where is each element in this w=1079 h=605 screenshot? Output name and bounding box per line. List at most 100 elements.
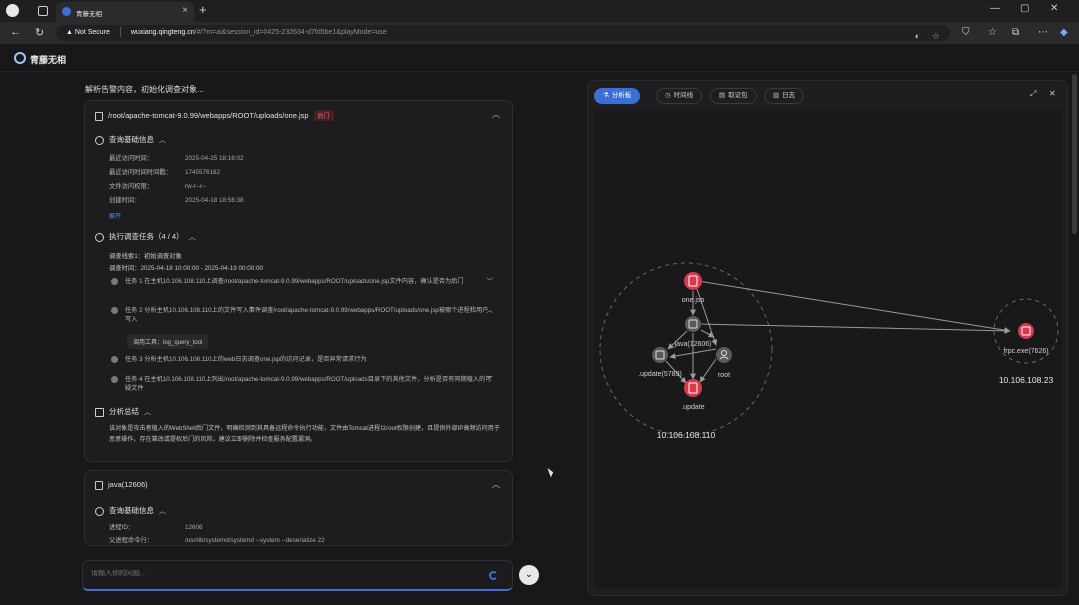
investigation-card-process: java(12606) ︿ 查询基础信息 ︿ 进程ID： 12606 父进程命令行：… <box>84 470 513 546</box>
tab-logs[interactable]: ▥ 日志 <box>764 88 805 104</box>
chevron-up-icon[interactable]: ︿ <box>159 508 166 515</box>
time-range-line: 调查时间：2025-04-18 10:00:00 - 2025-04-19 00… <box>109 265 264 272</box>
collections-icon[interactable]: ⧉ <box>1012 27 1019 38</box>
task-item[interactable]: 任务 1 在主机10.106.108.110上调查/root/apache-to… <box>111 277 494 286</box>
graph-node-one-jsp[interactable] <box>684 272 702 290</box>
host-label: 10.106.108.110 <box>657 430 716 440</box>
tab-title: 青藤无相 <box>76 11 102 18</box>
page-scrollbar[interactable] <box>1072 74 1077 234</box>
status-badge: 后门 <box>313 110 334 121</box>
tab-label: 日志 <box>782 92 796 99</box>
close-panel-icon[interactable]: ✕ <box>1049 89 1056 98</box>
card-title-text: java(12606) <box>108 480 148 489</box>
close-window-icon[interactable]: ✕ <box>1050 3 1058 14</box>
tab-actions-icon[interactable] <box>38 6 48 16</box>
maximize-icon[interactable]: ▢ <box>1020 3 1029 14</box>
check-icon <box>111 376 118 383</box>
package-icon: ▤ <box>719 92 726 99</box>
graph-node-update-file[interactable] <box>684 379 702 397</box>
tab-label: 时间线 <box>673 92 694 99</box>
favorites-icon[interactable]: ☆ <box>988 27 997 38</box>
graph-node-java[interactable] <box>685 316 701 332</box>
info-key: 父进程命令行： <box>109 537 154 544</box>
profile-avatar-icon[interactable] <box>6 4 19 17</box>
section-basic-info[interactable]: 查询基础信息 ︿ <box>95 134 166 145</box>
tab-label: 分析板 <box>611 92 632 99</box>
loading-spinner-icon <box>489 571 498 580</box>
chevron-up-icon[interactable]: ︿ <box>144 409 151 416</box>
scroll-down-button[interactable]: ⌄ <box>519 565 539 585</box>
url-field[interactable]: ▲ Not Secure wuxiang.qingteng.cn/#/?m=ai… <box>56 25 950 41</box>
info-value: 1745576162 <box>185 169 221 176</box>
section-summary[interactable]: 分析总结 ︿ <box>95 406 151 417</box>
info-row: 文件访问权限： rw-r--r-- <box>109 181 206 190</box>
info-value: /usr/lib/systemd/systemd --system --dese… <box>185 537 325 544</box>
extensions-icon[interactable]: ⛉ <box>962 27 970 38</box>
chevron-up-icon[interactable]: ︿ <box>487 306 494 315</box>
bookmark-star-icon[interactable]: ☆ <box>932 28 940 44</box>
section-title: 查询基础信息 <box>109 135 154 144</box>
tab-evidence[interactable]: ▤ 取证包 <box>710 88 757 104</box>
expand-icon[interactable]: ⤢ <box>1030 89 1036 99</box>
tab-analysis-board[interactable]: ⚗ 分析板 <box>594 88 641 104</box>
graph-node-root-user[interactable] <box>716 347 732 363</box>
info-key: 最近访问时间： <box>109 155 154 162</box>
section-tasks[interactable]: 执行调查任务（4 / 4） ︿ <box>95 231 196 242</box>
chat-input[interactable] <box>91 570 471 577</box>
copilot-icon[interactable]: ◆ <box>1060 27 1068 38</box>
url-host: wuxiang.qingteng.cn <box>130 29 195 36</box>
task-text: 任务 2 分析主机10.106.108.110上的文件写入事件调查/root/a… <box>125 307 489 323</box>
info-key: 最近访问时间时间戳： <box>109 169 172 176</box>
info-key: 进程ID： <box>109 524 135 531</box>
chevron-up-icon[interactable]: ︿ <box>492 479 500 490</box>
info-row: 最近访问时间： 2025-04-25 18:16:02 <box>109 153 243 162</box>
graph-node-frpc[interactable] <box>1018 323 1034 339</box>
close-tab-icon[interactable]: × <box>182 5 188 16</box>
info-value: rw-r--r-- <box>185 183 207 190</box>
divider <box>119 27 121 38</box>
tab-timeline[interactable]: ◷ 时间线 <box>656 88 703 104</box>
analysis-panel: ⚗ 分析板 ◷ 时间线 ▤ 取证包 ▥ 日志 ⤢ ✕ one.jsp java(… <box>587 80 1068 596</box>
address-bar-row: ← ↻ ▲ Not Secure wuxiang.qingteng.cn/#/?… <box>0 22 1079 44</box>
node-label: java(12606) <box>674 341 712 348</box>
chevron-up-icon[interactable]: ︿ <box>492 109 500 120</box>
chevron-up-icon[interactable]: ︿ <box>159 137 166 144</box>
clock-icon: ◷ <box>665 92 671 99</box>
summary-text: 该对象是攻击者植入的WebShell后门文件，明确检测到其具备远程命令执行功能，… <box>109 425 500 443</box>
back-icon[interactable]: ← <box>10 26 21 38</box>
task-item[interactable]: 任务 2 分析主机10.106.108.110上的文件写入事件调查/root/a… <box>111 306 494 324</box>
task-item[interactable]: 任务 3 分析主机10.106.108.110上的web日志调查one.jsp的… <box>111 355 493 364</box>
chevron-up-icon[interactable]: ︿ <box>189 234 196 241</box>
tool-call-chip[interactable]: 调用工具：log_query_tool <box>127 334 209 349</box>
warning-icon: ▲ <box>66 29 75 36</box>
clue-line: 调查线索1：初始调查对象 <box>109 253 182 260</box>
section-basic-info[interactable]: 查询基础信息 ︿ <box>95 505 166 516</box>
info-row: 父进程命令行： /usr/lib/systemd/systemd --system… <box>109 535 325 544</box>
more-menu-icon[interactable]: ⋯ <box>1038 27 1048 38</box>
investigation-card-file: /root/apache-tomcat-9.0.99/webapps/ROOT/… <box>84 100 513 462</box>
chevron-down-icon[interactable]: ﹀ <box>487 375 494 384</box>
relation-graph[interactable]: one.jsp java(12606) .update(5789) root .… <box>594 109 1062 589</box>
browser-tabstrip: 青藤无相 × + — ▢ ✕ <box>0 0 1079 22</box>
node-label: one.jsp <box>682 297 705 304</box>
info-key: 文件访问权限： <box>109 183 154 190</box>
expand-link[interactable]: 展开 <box>109 211 121 220</box>
graph-node-update-process[interactable] <box>652 347 668 363</box>
host-label: 10.106.108.23 <box>999 375 1054 385</box>
translate-icon[interactable]: ◐ <box>915 28 920 44</box>
card-title-text: /root/apache-tomcat-9.0.99/webapps/ROOT/… <box>108 111 309 120</box>
security-label: Not Secure <box>74 29 110 36</box>
minimize-icon[interactable]: — <box>990 3 1000 14</box>
chat-input-box[interactable] <box>82 560 513 591</box>
reload-icon[interactable]: ↻ <box>35 26 44 39</box>
app-logo-icon <box>14 52 26 64</box>
task-item[interactable]: 任务 4 在主机10.106.108.110上列出/root/apache-to… <box>111 375 494 393</box>
task-text: 任务 1 在主机10.106.108.110上调查/root/apache-to… <box>125 278 464 285</box>
chat-column: 解析告警内容，初始化调查对象... /root/apache-tomcat-9.… <box>0 72 580 605</box>
favicon-icon <box>62 7 71 16</box>
chevron-down-icon[interactable]: ﹀ <box>487 277 494 286</box>
log-icon: ▥ <box>773 92 780 99</box>
check-icon <box>111 307 118 314</box>
new-tab-button[interactable]: + <box>199 2 207 17</box>
browser-tab[interactable]: 青藤无相 × <box>56 2 194 22</box>
